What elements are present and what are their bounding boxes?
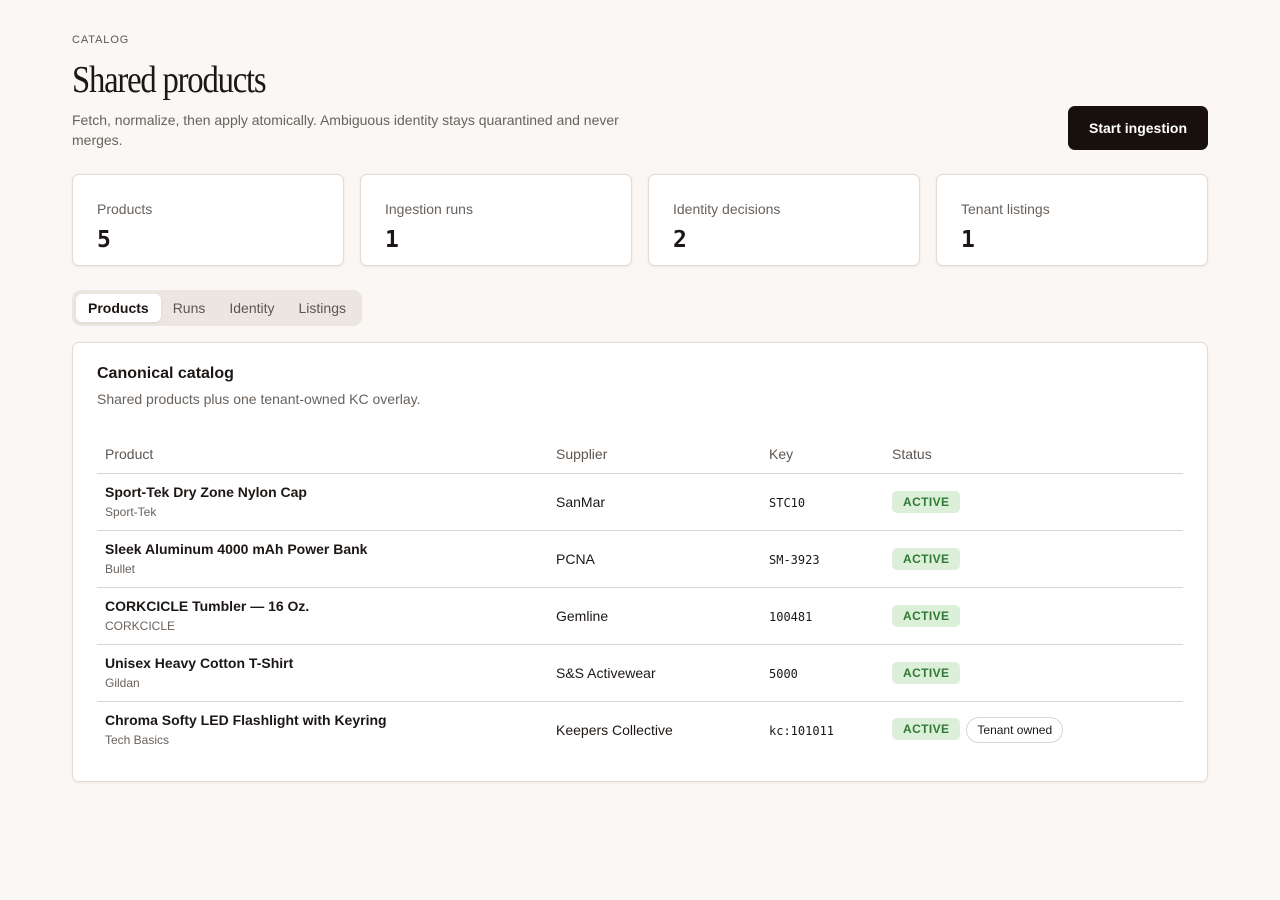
supplier-cell: S&S Activewear	[548, 644, 761, 702]
stat-label: Products	[97, 201, 153, 217]
product-key: SM-3923	[769, 552, 820, 567]
status-cell: ACTIVE	[884, 530, 1183, 588]
column-header-supplier: Supplier	[548, 435, 761, 474]
canonical-catalog-panel: Canonical catalog Shared products plus o…	[72, 342, 1208, 782]
supplier-cell: SanMar	[548, 473, 761, 531]
view-tabs: Products Runs Identity Listings	[72, 290, 362, 326]
page-subtitle: Fetch, normalize, then apply atomically.…	[72, 112, 619, 148]
stat-value: 1	[961, 227, 975, 253]
product-cell: Sleek Aluminum 4000 mAh Power Bank Bulle…	[97, 530, 548, 588]
column-header-product: Product	[97, 435, 548, 474]
table-header-row: Product Supplier Key Status	[97, 435, 1183, 474]
product-key: STC10	[769, 495, 806, 510]
stat-card-identity-decisions: Identity decisions 2	[648, 174, 920, 266]
table-row[interactable]: Sleek Aluminum 4000 mAh Power Bank Bulle…	[97, 530, 1183, 588]
table-row[interactable]: Unisex Heavy Cotton T-Shirt Gildan S&S A…	[97, 644, 1183, 702]
column-header-key: Key	[761, 435, 884, 474]
tab-runs[interactable]: Runs	[161, 294, 218, 322]
tab-listings[interactable]: Listings	[287, 294, 358, 322]
status-badge: ACTIVE	[892, 547, 961, 570]
page-eyebrow: CATALOG	[72, 34, 130, 46]
panel-subtitle: Shared products plus one tenant-owned KC…	[97, 391, 421, 407]
product-brand: Tech Basics	[105, 733, 170, 748]
product-cell: Chroma Softy LED Flashlight with Keyring…	[97, 701, 548, 758]
supplier-cell: PCNA	[548, 530, 761, 588]
product-key: kc:101011	[769, 723, 835, 738]
product-name: Sport-Tek Dry Zone Nylon Cap	[105, 484, 307, 500]
stat-label: Identity decisions	[673, 201, 781, 217]
column-header-status: Status	[884, 435, 1183, 474]
product-brand: Gildan	[105, 676, 140, 690]
product-cell: Unisex Heavy Cotton T-Shirt Gildan	[97, 644, 548, 702]
table-row[interactable]: CORKCICLE Tumbler — 16 Oz. CORKCICLE Gem…	[97, 587, 1183, 645]
product-brand: Sport-Tek	[105, 505, 157, 519]
stat-value: 1	[385, 227, 399, 253]
stat-label: Tenant listings	[961, 201, 1050, 217]
stat-value: 2	[673, 227, 687, 253]
tenant-owned-badge: Tenant owned	[966, 716, 1064, 743]
stat-card-products: Products 5	[72, 174, 344, 266]
product-key: 100481	[769, 609, 813, 624]
panel-title: Canonical catalog	[97, 365, 234, 382]
status-cell: ACTIVE	[884, 644, 1183, 702]
status-cell: ACTIVE	[884, 473, 1183, 531]
stat-label: Ingestion runs	[385, 201, 473, 217]
product-brand: CORKCICLE	[105, 619, 176, 633]
key-cell: 100481	[761, 587, 884, 645]
page-title: Shared products	[72, 59, 267, 101]
supplier-cell: Gemline	[548, 587, 761, 645]
status-badge: ACTIVE	[892, 604, 961, 627]
product-key: 5000	[769, 666, 798, 681]
key-cell: 5000	[761, 644, 884, 702]
key-cell: kc:101011	[761, 701, 884, 758]
status-badge: ACTIVE	[892, 718, 961, 741]
stat-value: 5	[97, 227, 111, 253]
start-ingestion-button[interactable]: Start ingestion	[1068, 106, 1208, 150]
product-name: CORKCICLE Tumbler — 16 Oz.	[105, 598, 310, 614]
tab-products[interactable]: Products	[76, 294, 161, 322]
product-name: Chroma Softy LED Flashlight with Keyring	[105, 712, 387, 729]
key-cell: STC10	[761, 473, 884, 531]
product-cell: CORKCICLE Tumbler — 16 Oz. CORKCICLE	[97, 587, 548, 645]
product-name: Unisex Heavy Cotton T-Shirt	[105, 655, 294, 671]
product-brand: Bullet	[105, 562, 136, 576]
products-table: Product Supplier Key Status Sport-Tek Dr…	[97, 435, 1183, 758]
product-name: Sleek Aluminum 4000 mAh Power Bank	[105, 541, 368, 557]
stats-row: Products 5 Ingestion runs 1 Identity dec…	[72, 174, 1208, 266]
table-row[interactable]: Sport-Tek Dry Zone Nylon Cap Sport-Tek S…	[97, 473, 1183, 531]
product-cell: Sport-Tek Dry Zone Nylon Cap Sport-Tek	[97, 473, 548, 531]
status-badge: ACTIVE	[892, 490, 961, 513]
stat-card-ingestion-runs: Ingestion runs 1	[360, 174, 632, 266]
stat-card-tenant-listings: Tenant listings 1	[936, 174, 1208, 266]
status-badge: ACTIVE	[892, 661, 961, 684]
supplier-cell: Keepers Collective	[556, 721, 673, 738]
table-row[interactable]: Chroma Softy LED Flashlight with Keyring…	[97, 701, 1183, 758]
tab-identity[interactable]: Identity	[217, 294, 286, 322]
key-cell: SM-3923	[761, 530, 884, 588]
status-cell: ACTIVE Tenant owned	[884, 701, 1183, 758]
status-cell: ACTIVE	[884, 587, 1183, 645]
